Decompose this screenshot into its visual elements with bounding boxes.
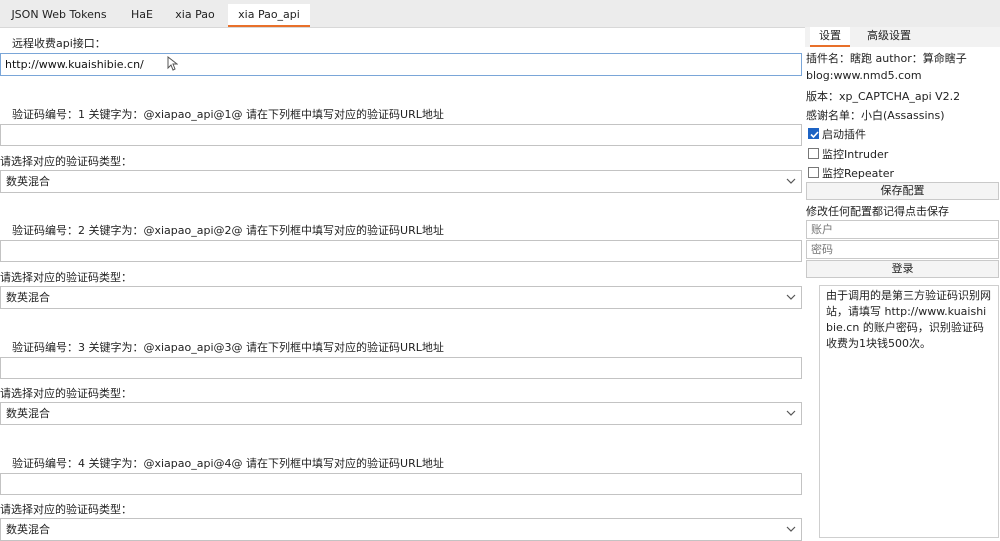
checkmark-icon [810, 131, 819, 139]
monitor-intruder-label: 监控Intruder [822, 148, 889, 161]
captcha-1-url-field[interactable] [0, 124, 802, 146]
captcha-2-type-value: 数英混合 [6, 291, 50, 304]
top-tab-bar: JSON Web Tokens HaE xia Pao xia Pao_api [0, 0, 1000, 28]
captcha-4-type-value: 数英混合 [6, 523, 50, 536]
tab-hae[interactable]: HaE [122, 4, 162, 26]
account-input[interactable] [807, 221, 998, 238]
captcha-3-url-input[interactable] [1, 358, 801, 378]
main-panel: 远程收费api接口： 验证码编号：1 关键字为：@xiapao_api@1@ 请… [0, 27, 805, 541]
monitor-intruder-checkbox[interactable] [808, 148, 819, 159]
chevron-down-icon [786, 410, 796, 416]
settings-tab-bar: 设置 高级设置 [805, 27, 1000, 47]
tab-json-web-tokens[interactable]: JSON Web Tokens [4, 4, 114, 26]
api-label: 远程收费api接口： [12, 37, 106, 50]
api-url-field[interactable] [0, 53, 802, 76]
captcha-3-type-value: 数英混合 [6, 407, 50, 420]
password-input[interactable] [807, 241, 998, 258]
captcha-1-type-label: 请选择对应的验证码类型： [0, 155, 132, 168]
api-url-input[interactable] [1, 54, 801, 75]
tab-xia-pao-api[interactable]: xia Pao_api [228, 4, 310, 27]
captcha-2-url-input[interactable] [1, 241, 801, 261]
captcha-4-url-field[interactable] [0, 473, 802, 495]
captcha-1-url-input[interactable] [1, 125, 801, 145]
captcha-2-type-label: 请选择对应的验证码类型： [0, 271, 132, 284]
chevron-down-icon [786, 294, 796, 300]
captcha-3-type-select[interactable]: 数英混合 [0, 402, 802, 425]
tab-advanced-settings[interactable]: 高级设置 [859, 27, 919, 45]
enable-plugin-label: 启动插件 [822, 128, 866, 141]
tab-settings[interactable]: 设置 [810, 27, 850, 47]
version-text: 版本：xp_CAPTCHA_api V2.2 [806, 90, 961, 103]
captcha-3-url-field[interactable] [0, 357, 802, 379]
captcha-4-type-label: 请选择对应的验证码类型： [0, 503, 132, 516]
notice-text: 由于调用的是第三方验证码识别网站，请填写 http://www.kuaishib… [819, 285, 999, 538]
blog-url: blog:www.nmd5.com [806, 69, 922, 82]
chevron-down-icon [786, 526, 796, 532]
captcha-4-url-input[interactable] [1, 474, 801, 494]
captcha-3-type-label: 请选择对应的验证码类型： [0, 387, 132, 400]
captcha-1-type-value: 数英混合 [6, 175, 50, 188]
captcha-1-type-select[interactable]: 数英混合 [0, 170, 802, 193]
save-hint: 修改任何配置都记得点击保存 [806, 205, 949, 218]
captcha-2-url-field[interactable] [0, 240, 802, 262]
account-field[interactable] [806, 220, 999, 239]
thanks-text: 感谢名单：小白(Assassins) [806, 109, 945, 122]
mouse-cursor-icon [167, 56, 178, 71]
captcha-2-type-select[interactable]: 数英混合 [0, 286, 802, 309]
save-config-button[interactable]: 保存配置 [806, 182, 999, 200]
chevron-down-icon [786, 178, 796, 184]
tab-xia-pao[interactable]: xia Pao [168, 4, 222, 26]
settings-panel: 设置 高级设置 插件名：瞎跑 author：算命瞎子 blog:www.nmd5… [805, 27, 1000, 538]
login-button[interactable]: 登录 [806, 260, 999, 278]
captcha-1-title: 验证码编号：1 关键字为：@xiapao_api@1@ 请在下列框中填写对应的验… [12, 108, 444, 121]
captcha-3-title: 验证码编号：3 关键字为：@xiapao_api@3@ 请在下列框中填写对应的验… [12, 341, 444, 354]
captcha-4-title: 验证码编号：4 关键字为：@xiapao_api@4@ 请在下列框中填写对应的验… [12, 457, 444, 470]
monitor-repeater-checkbox[interactable] [808, 167, 819, 178]
plugin-name: 插件名：瞎跑 author：算命瞎子 [806, 52, 967, 65]
password-field[interactable] [806, 240, 999, 259]
captcha-2-title: 验证码编号：2 关键字为：@xiapao_api@2@ 请在下列框中填写对应的验… [12, 224, 444, 237]
monitor-repeater-label: 监控Repeater [822, 167, 895, 180]
enable-plugin-checkbox[interactable] [808, 128, 819, 139]
